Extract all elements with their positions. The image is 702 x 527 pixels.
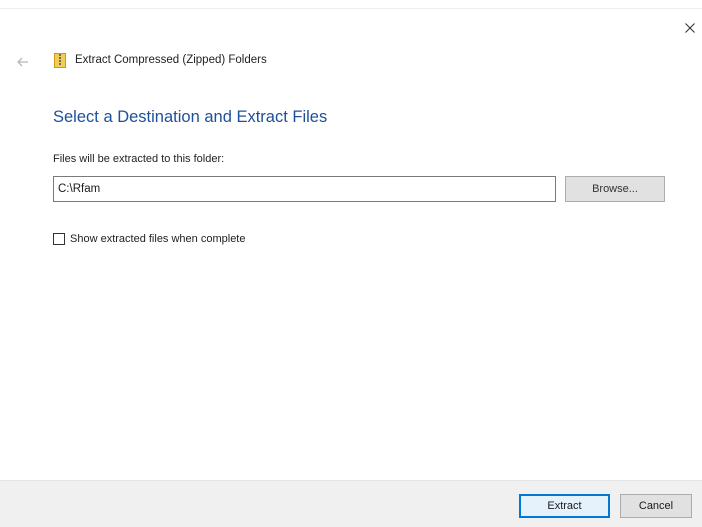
extract-dialog: Extract Compressed (Zipped) Folders Sele…: [0, 0, 702, 527]
cancel-button[interactable]: Cancel: [620, 494, 692, 518]
close-button[interactable]: [682, 20, 698, 36]
show-files-option[interactable]: Show extracted files when complete: [53, 232, 245, 246]
zipped-folder-icon: [54, 53, 66, 68]
close-icon: [685, 23, 695, 33]
back-button[interactable]: [16, 55, 30, 67]
window-title: Extract Compressed (Zipped) Folders: [75, 54, 267, 66]
browse-button[interactable]: Browse...: [565, 176, 665, 202]
dialog-footer: Extract Cancel: [0, 480, 702, 527]
window-top-border: [0, 8, 702, 9]
destination-label: Files will be extracted to this folder:: [53, 153, 225, 165]
back-arrow-icon: [17, 57, 28, 67]
extract-button[interactable]: Extract: [519, 494, 610, 518]
show-files-label: Show extracted files when complete: [70, 233, 246, 245]
page-heading: Select a Destination and Extract Files: [53, 108, 328, 126]
destination-path-input[interactable]: [53, 176, 556, 202]
show-files-checkbox[interactable]: [53, 233, 65, 245]
